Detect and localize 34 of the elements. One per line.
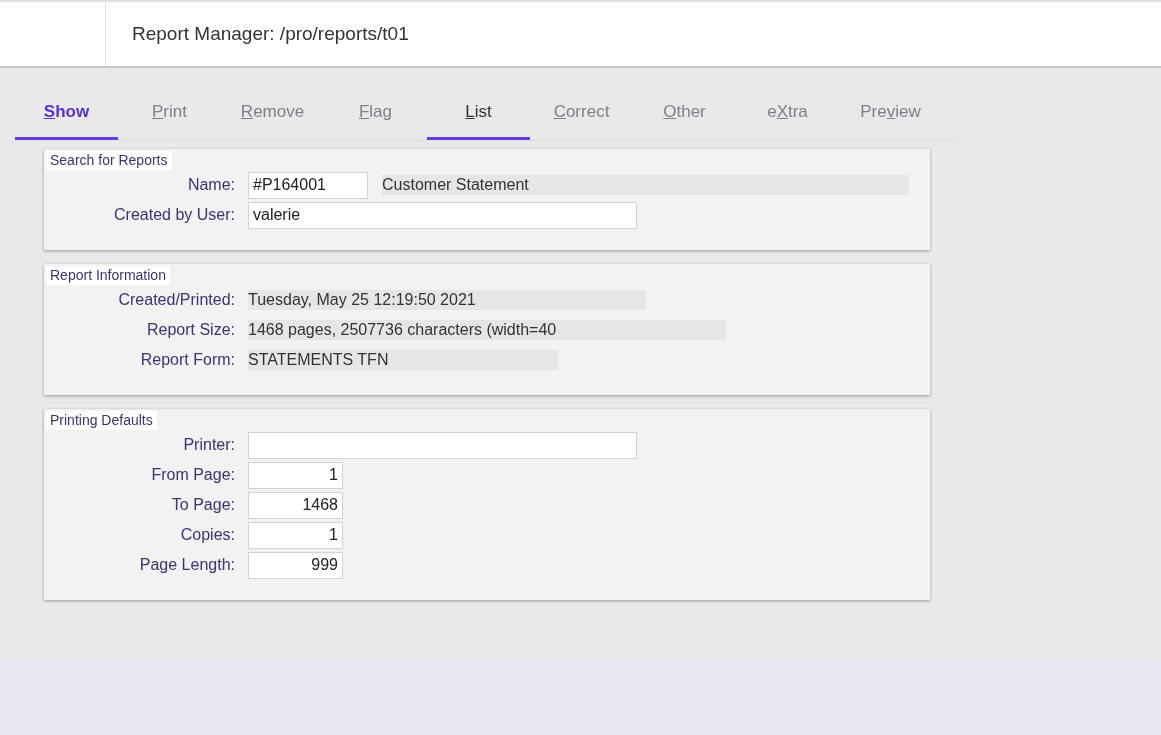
tab[interactable]: Show bbox=[15, 86, 118, 140]
number-field[interactable]: 1468 bbox=[248, 491, 343, 519]
panel-title: Search for Reports bbox=[46, 151, 172, 170]
number-field[interactable]: 1 bbox=[248, 461, 343, 489]
tab[interactable]: List bbox=[427, 86, 530, 140]
field-label: Created/Printed: bbox=[117, 291, 236, 309]
panel-title: Printing Defaults bbox=[46, 411, 157, 430]
field-label: Copies: bbox=[179, 526, 236, 544]
value-readout: Tuesday, May 25 12:19:50 2021 bbox=[248, 290, 646, 310]
tab[interactable]: eXtra bbox=[736, 86, 839, 140]
value-readout: Customer Statement bbox=[382, 175, 909, 195]
number-field[interactable]: 999 bbox=[248, 551, 343, 579]
field-label: To Page: bbox=[170, 496, 236, 514]
name-field[interactable]: #P164001 bbox=[248, 171, 368, 199]
tab[interactable]: Correct bbox=[530, 86, 633, 140]
value-readout: 1468 pages, 2507736 characters (width=40 bbox=[248, 320, 727, 340]
field-label: Name: bbox=[186, 176, 236, 194]
value-readout: STATEMENTS TFN bbox=[248, 350, 559, 370]
field-label: Page Length: bbox=[138, 556, 236, 574]
field-label: Printer: bbox=[182, 436, 236, 454]
tab[interactable]: Preview bbox=[839, 86, 942, 140]
panel-title: Report Information bbox=[46, 266, 170, 285]
input-field[interactable] bbox=[248, 431, 637, 459]
window-title: Report Manager: /pro/reports/t01 bbox=[131, 23, 409, 45]
tab[interactable]: Other bbox=[633, 86, 736, 140]
field-label: From Page: bbox=[150, 466, 236, 484]
tab[interactable]: Print bbox=[118, 86, 221, 140]
field-label: Report Size: bbox=[145, 321, 236, 339]
field-label: Created by User: bbox=[113, 206, 236, 224]
number-field[interactable]: 1 bbox=[248, 521, 343, 549]
input-field[interactable]: valerie bbox=[248, 201, 637, 229]
field-label: Report Form: bbox=[139, 351, 236, 369]
tab[interactable]: Remove bbox=[221, 86, 324, 140]
tab[interactable]: Flag bbox=[324, 86, 427, 140]
